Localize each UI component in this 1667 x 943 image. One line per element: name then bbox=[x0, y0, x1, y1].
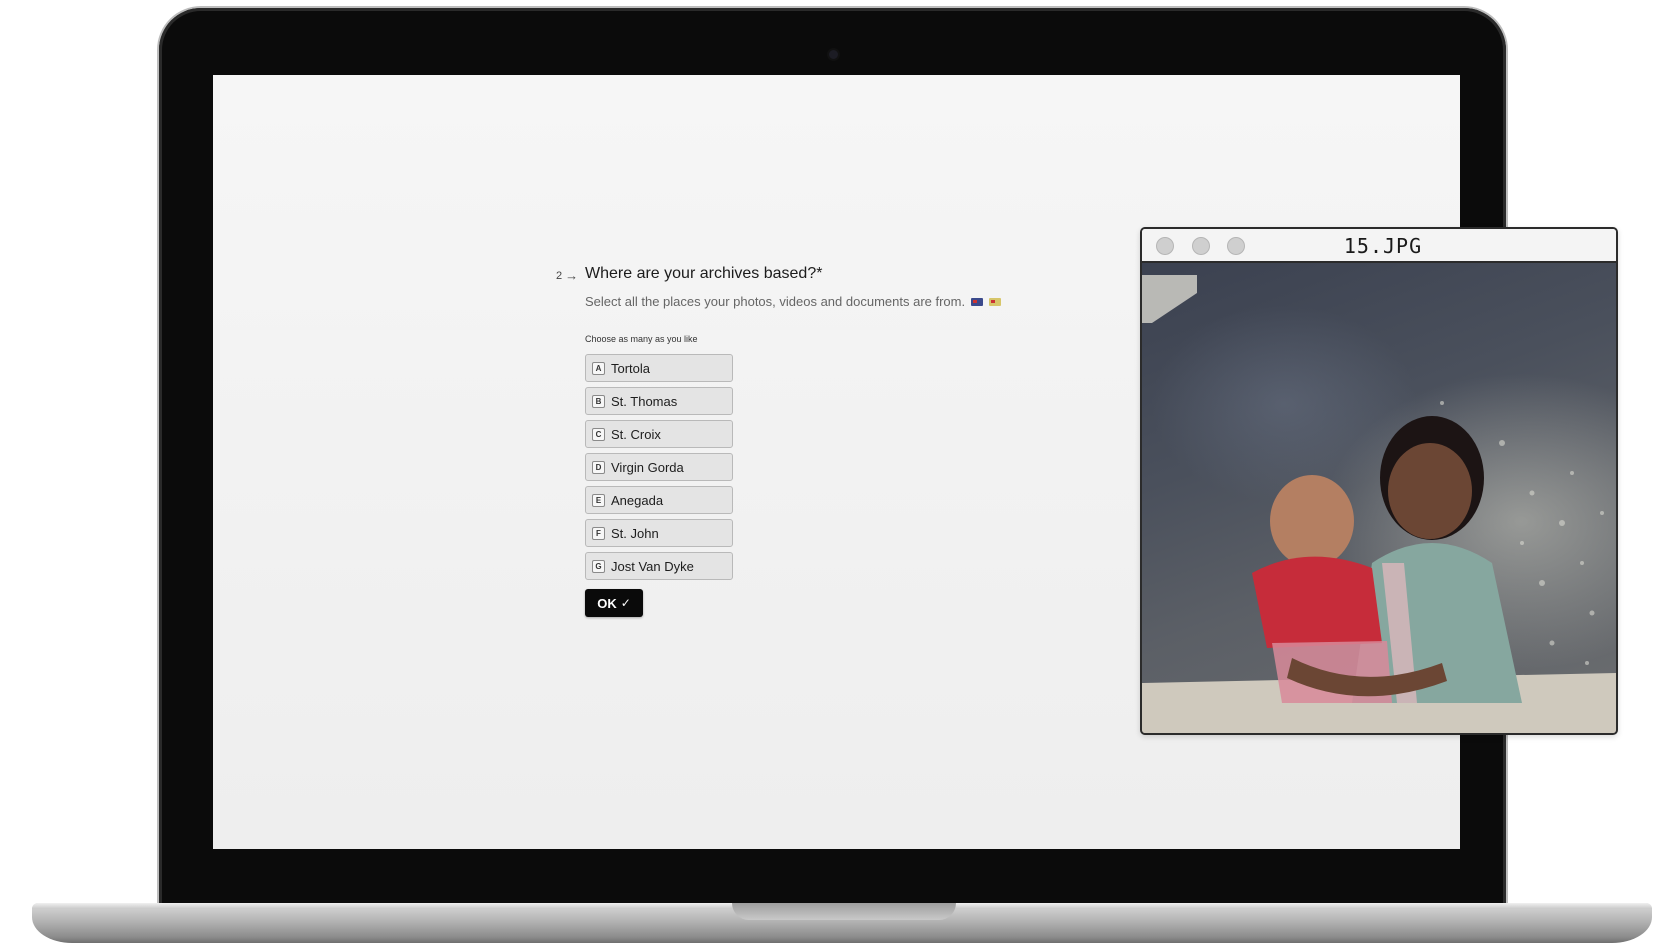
question-number: 2 → bbox=[556, 268, 578, 283]
window-titlebar[interactable]: 15.JPG bbox=[1142, 229, 1616, 263]
option-tortola[interactable]: A Tortola bbox=[585, 354, 733, 382]
laptop-base bbox=[32, 903, 1652, 943]
option-st-thomas[interactable]: B St. Thomas bbox=[585, 387, 733, 415]
flag-icon-2 bbox=[989, 297, 1002, 306]
options-list: A Tortola B St. Thomas C St. Croix D Vir… bbox=[585, 354, 733, 585]
ok-button-label: OK bbox=[597, 595, 617, 611]
option-st-croix[interactable]: C St. Croix bbox=[585, 420, 733, 448]
option-st-john[interactable]: F St. John bbox=[585, 519, 733, 547]
option-anegada[interactable]: E Anegada bbox=[585, 486, 733, 514]
option-label: Tortola bbox=[611, 360, 651, 376]
option-key: B bbox=[592, 394, 605, 408]
image-viewer-window: 15.JPG bbox=[1140, 227, 1618, 735]
selection-hint: Choose as many as you like bbox=[585, 334, 698, 344]
option-label: St. Croix bbox=[611, 426, 661, 442]
photo-baby-face bbox=[1270, 475, 1354, 567]
option-key: A bbox=[592, 361, 605, 375]
photo-girl-face bbox=[1388, 443, 1472, 539]
photo-image bbox=[1142, 263, 1616, 733]
question-subtitle: Select all the places your photos, video… bbox=[585, 294, 1002, 309]
option-jost-van-dyke[interactable]: G Jost Van Dyke bbox=[585, 552, 733, 580]
option-key: D bbox=[592, 460, 605, 474]
flag-icon bbox=[971, 297, 984, 306]
ok-button[interactable]: OK ✓ bbox=[585, 589, 643, 617]
option-key: F bbox=[592, 526, 605, 540]
window-title: 15.JPG bbox=[1343, 234, 1423, 258]
photo-wall bbox=[1142, 275, 1197, 323]
arrow-right-icon: → bbox=[565, 268, 579, 283]
question-title: Where are your archives based?* bbox=[585, 265, 823, 282]
photo-baby-shirt bbox=[1252, 556, 1382, 648]
option-virgin-gorda[interactable]: D Virgin Gorda bbox=[585, 453, 733, 481]
question-subtitle-text: Select all the places your photos, video… bbox=[585, 294, 966, 309]
laptop-notch bbox=[732, 903, 956, 920]
option-key: E bbox=[592, 493, 605, 507]
option-key: C bbox=[592, 427, 605, 441]
option-label: Jost Van Dyke bbox=[611, 558, 694, 574]
option-label: St. John bbox=[611, 525, 659, 541]
photo-illustration bbox=[1142, 275, 1616, 733]
option-label: St. Thomas bbox=[611, 393, 678, 409]
option-label: Virgin Gorda bbox=[611, 459, 684, 475]
option-key: G bbox=[592, 559, 605, 573]
option-label: Anegada bbox=[611, 492, 664, 508]
question-number-text: 2 bbox=[556, 269, 563, 282]
check-icon: ✓ bbox=[620, 596, 631, 610]
webcam bbox=[829, 50, 838, 59]
